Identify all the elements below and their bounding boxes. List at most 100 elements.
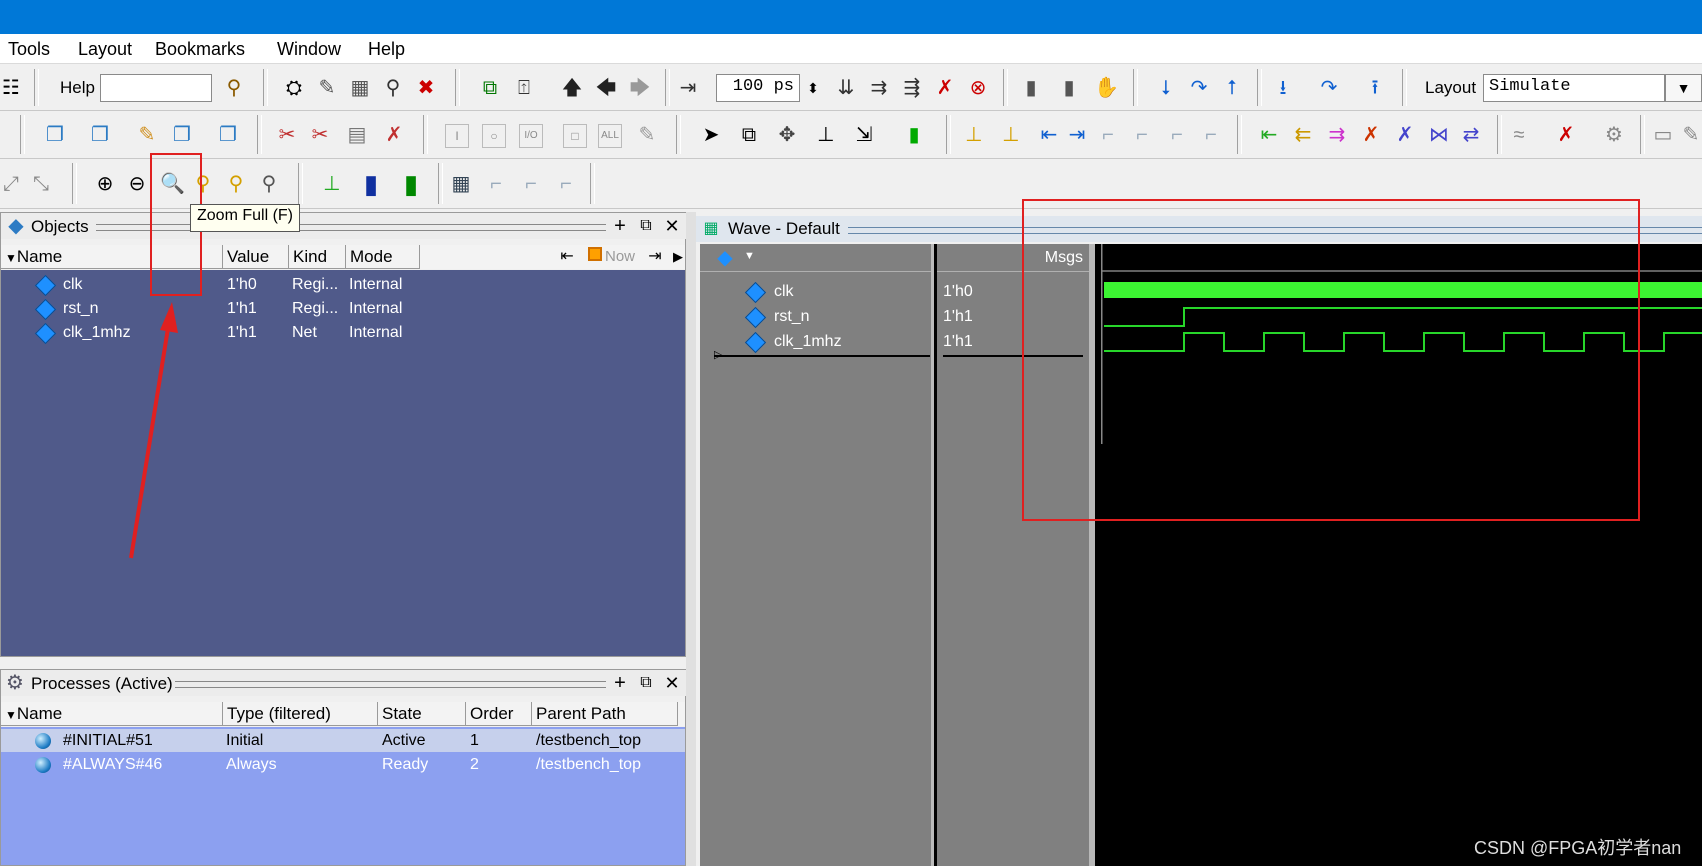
help-search-input[interactable]	[100, 74, 212, 102]
step-out-icon[interactable]: ⭡	[1221, 77, 1243, 99]
list-item[interactable]: rst_n 1'h1 Regi... Internal	[1, 297, 685, 321]
save-icon[interactable]: ❐	[89, 124, 111, 146]
undock-icon[interactable]: ⧉	[635, 672, 657, 694]
merge-left-icon[interactable]: ⇇	[1292, 124, 1314, 146]
restart-icon[interactable]: ⍐	[513, 77, 535, 99]
all-icon[interactable]: ALL	[598, 124, 622, 148]
grid-icon[interactable]: ▦	[450, 173, 472, 195]
chevron-down-icon[interactable]: ▼	[744, 250, 755, 262]
step-into-dropdown-icon[interactable]: ⭳	[1272, 77, 1294, 99]
wave-step-2-icon[interactable]: ⌐	[520, 173, 542, 195]
wave-signal-row[interactable]: clk	[700, 280, 930, 304]
pan-icon[interactable]: ✥	[776, 124, 798, 146]
run-all-icon[interactable]: ⇶	[901, 77, 923, 99]
objects-col-mode[interactable]: Mode	[346, 245, 420, 269]
box-icon[interactable]: □	[563, 124, 587, 148]
wave-format-icon[interactable]: ⊥	[321, 173, 343, 195]
processes-col-name[interactable]: ▼Name	[1, 702, 223, 726]
format-icon[interactable]: ≈	[1508, 124, 1530, 146]
previous-edge-icon[interactable]: ⇤	[1038, 124, 1060, 146]
zoom-region-icon[interactable]: ⚲	[258, 173, 280, 195]
window-icon[interactable]: ▭	[1652, 124, 1674, 146]
move-tool-icon[interactable]: ⤡	[30, 173, 52, 195]
menu-bookmarks[interactable]: Bookmarks	[155, 39, 245, 60]
settings-icon[interactable]: ⚙	[1603, 124, 1625, 146]
layout-dropdown-button[interactable]: ▼	[1665, 74, 1702, 102]
expand-left-icon[interactable]: ⇤	[1258, 124, 1280, 146]
close-icon[interactable]: ✕	[661, 672, 683, 694]
rising-edge-2-icon[interactable]: ⌐	[1200, 124, 1222, 146]
menu-tools[interactable]: Tools	[8, 39, 50, 60]
rising-edge-icon[interactable]: ⌐	[1131, 124, 1153, 146]
forward-arrow-icon[interactable]: 🡆	[629, 77, 651, 99]
step-out-dropdown-icon[interactable]: ⭱	[1364, 77, 1386, 99]
table-row[interactable]: #ALWAYS#46 Always Ready 2 /testbench_top	[1, 753, 685, 776]
jump-to-icon[interactable]: ⇤	[556, 246, 578, 268]
edit-icon[interactable]: ✎	[136, 124, 158, 146]
step-icon[interactable]: ⧉	[479, 77, 501, 99]
list-item[interactable]: clk_1mhz 1'h1 Net Internal	[1, 321, 685, 345]
arrow-tool-icon[interactable]: ⤢	[0, 173, 22, 195]
paste-icon[interactable]: ❐	[217, 124, 239, 146]
stop-icon[interactable]: ⊗	[967, 77, 989, 99]
copy-icon[interactable]: ❐	[171, 124, 193, 146]
close-icon[interactable]: ✕	[661, 215, 683, 237]
merge-right-icon[interactable]: ⇉	[1326, 124, 1348, 146]
cross-right-icon[interactable]: ✗	[1394, 124, 1416, 146]
menu-window[interactable]: Window	[277, 39, 341, 60]
memory-icon[interactable]: ▮	[1058, 77, 1080, 99]
layout-select[interactable]: Simulate	[1483, 74, 1665, 102]
zoom-out-icon[interactable]: ⊖	[126, 173, 148, 195]
run-length-icon[interactable]: ⇥	[677, 77, 699, 99]
insert-cursor-icon[interactable]: ⊥	[815, 124, 837, 146]
split-icon[interactable]: ⇄	[1460, 124, 1482, 146]
circle-icon[interactable]: ○	[482, 124, 506, 148]
processes-col-type[interactable]: Type (filtered)	[223, 702, 378, 726]
wave-signal-row[interactable]: clk_1mhz	[700, 330, 930, 354]
break-run-icon[interactable]: ✗	[934, 77, 956, 99]
add-icon[interactable]: +	[609, 672, 631, 694]
falling-edge-2-icon[interactable]: ⌐	[1166, 124, 1188, 146]
falling-edge-icon[interactable]: ⌐	[1097, 124, 1119, 146]
run-length-input[interactable]: 100 ps	[716, 74, 800, 102]
remove-format-icon[interactable]: ✗	[1555, 124, 1577, 146]
add-cursor-icon[interactable]: ⊥	[963, 124, 985, 146]
wave-step-3-icon[interactable]: ⌐	[555, 173, 577, 195]
simulate-icon[interactable]: ⚲	[382, 77, 404, 99]
undock-icon[interactable]: ⧉	[635, 215, 657, 237]
zoom-between-cursors-icon[interactable]: ⚲	[225, 173, 247, 195]
back-arrow-icon[interactable]: 🡄	[595, 77, 617, 99]
run-icon[interactable]: ⇊	[835, 77, 857, 99]
combine-icon[interactable]: ⋈	[1428, 124, 1450, 146]
break-icon[interactable]: ✖	[415, 77, 437, 99]
io-icon[interactable]: I/O	[519, 124, 543, 148]
wave-fill-icon[interactable]: ▮	[400, 171, 422, 197]
traffic-light-icon[interactable]: ▮	[903, 124, 925, 146]
wave-objects-icon[interactable]: ◆	[714, 247, 736, 269]
delete-cursor-icon[interactable]: ⊥	[1000, 124, 1022, 146]
list-item[interactable]: clk 1'h0 Regi... Internal	[1, 273, 685, 297]
page-icon[interactable]: ▤	[346, 124, 368, 146]
select-cursor-icon[interactable]: ➤	[700, 124, 722, 146]
compile-icon[interactable]: ⛭	[283, 77, 305, 99]
processes-col-order[interactable]: Order	[466, 702, 532, 726]
step-now-icon[interactable]: ⇥	[644, 246, 666, 268]
delete-icon[interactable]: ✂	[309, 124, 331, 146]
compile-selected-icon[interactable]: ▦	[349, 77, 371, 99]
cut-icon[interactable]: ✂	[276, 124, 298, 146]
search-people-icon[interactable]: ⚲	[223, 77, 245, 99]
performance-icon[interactable]: ▮	[1020, 77, 1042, 99]
add-icon[interactable]: +	[609, 215, 631, 237]
wave-signal-row[interactable]: rst_n	[700, 305, 930, 329]
processes-col-parent-path[interactable]: Parent Path	[532, 702, 678, 726]
wave-bar-icon[interactable]: ▮	[360, 171, 382, 197]
clear-icon[interactable]: ✗	[383, 124, 405, 146]
now-toggle[interactable]: Now	[588, 245, 635, 269]
hand-icon[interactable]: ✋	[1094, 77, 1119, 99]
tree-icon[interactable]: ☷	[0, 77, 22, 99]
step-into-icon[interactable]: ⭣	[1155, 77, 1177, 99]
next-edge-icon[interactable]: ⇥	[1066, 124, 1088, 146]
pencil-icon[interactable]: ✎	[636, 124, 658, 146]
step-over-icon[interactable]: ↷	[1188, 77, 1210, 99]
menu-layout[interactable]: Layout	[78, 39, 132, 60]
